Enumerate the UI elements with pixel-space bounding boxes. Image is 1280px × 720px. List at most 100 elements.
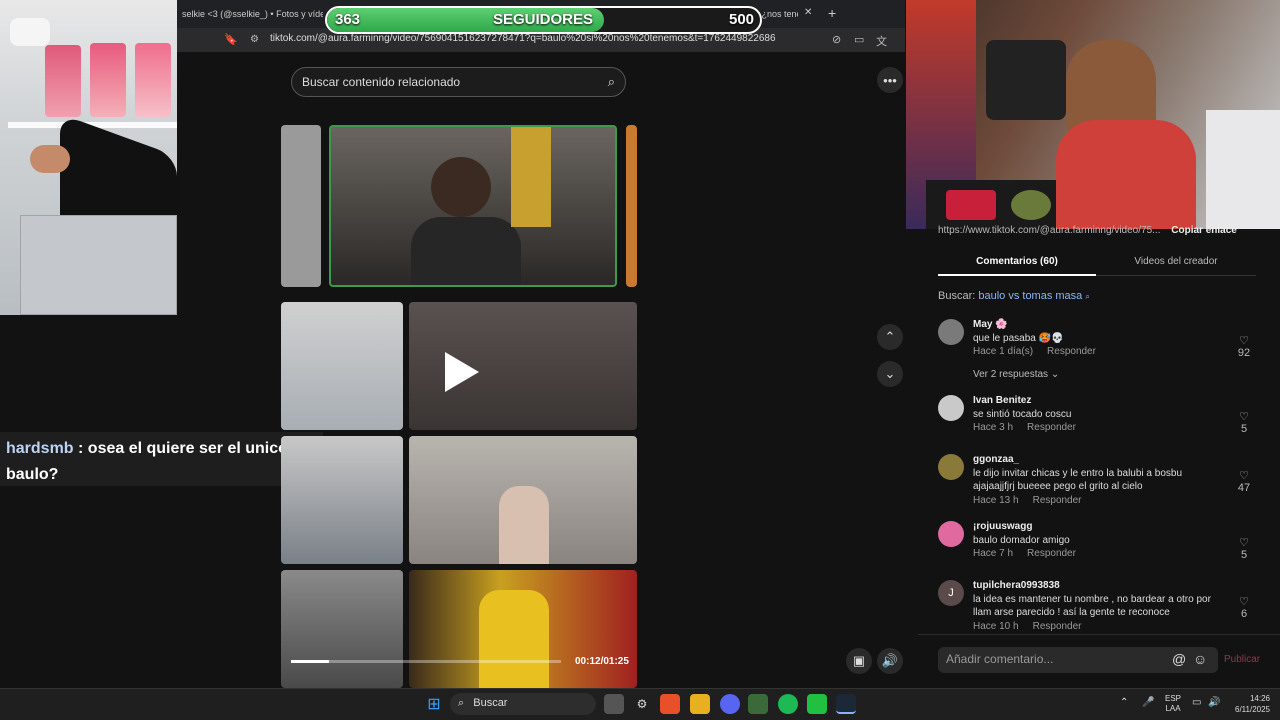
url-text[interactable]: tiktok.com/@aura.farminng/video/75690415… — [270, 33, 776, 44]
steam-icon[interactable] — [836, 694, 856, 714]
screen-icon[interactable]: ▭ — [854, 33, 864, 46]
related-search-input[interactable]: Buscar contenido relacionado ⌕ — [291, 67, 626, 97]
search-icon[interactable]: ⌕ — [608, 74, 615, 90]
chevron-up-icon[interactable]: ⌃ — [1120, 697, 1128, 708]
task-view-icon[interactable] — [604, 694, 624, 714]
video-thumb[interactable] — [281, 570, 403, 688]
comment-text: que le pasaba 🥵💀 — [973, 333, 1064, 344]
followers-label: SEGUIDORES — [493, 11, 594, 28]
like-count: 92 — [1237, 347, 1251, 359]
avatar[interactable] — [938, 454, 964, 480]
pip-icon[interactable]: ▣ — [846, 648, 872, 674]
tab-title: selkie <3 (@sselkie_) • Fotos y vídeos — [182, 9, 323, 19]
settings-icon[interactable]: ⚙ — [632, 694, 652, 714]
comment-author[interactable]: ggonzaa_ — [973, 454, 1019, 465]
share-link[interactable]: https://www.tiktok.com/@aura.farminng/vi… — [938, 225, 1160, 236]
thumb-person — [431, 157, 491, 217]
comment-meta: Hace 1 día(s) Responder — [973, 346, 1110, 357]
close-tab-icon[interactable]: ✕ — [804, 7, 812, 18]
windows-start-icon[interactable]: ⊞ — [424, 694, 444, 714]
video-thumb[interactable] — [281, 436, 403, 564]
avatar[interactable] — [938, 319, 964, 345]
like-button[interactable]: ♡ 47 — [1234, 469, 1254, 494]
heart-icon[interactable]: ♡ — [1234, 469, 1254, 482]
like-button[interactable]: ♡ 92 — [1234, 334, 1254, 359]
video-thumb[interactable] — [409, 570, 637, 688]
video-thumb[interactable] — [409, 302, 637, 430]
tab-creator-videos[interactable]: Videos del creador — [1096, 256, 1256, 267]
reply-button[interactable]: Responder — [1033, 495, 1082, 506]
video-thumb-selected[interactable] — [329, 125, 617, 287]
comment-author[interactable]: ¡rojuuswagg — [973, 521, 1032, 532]
heart-icon[interactable]: ♡ — [1234, 410, 1254, 423]
comment-author[interactable]: May 🌸 — [973, 319, 1008, 330]
thumb-body — [411, 217, 521, 285]
thumb-yellow-figure — [511, 127, 551, 227]
emoji-icon[interactable]: ☺ — [1193, 651, 1207, 667]
chevron-down-icon[interactable]: ⌄ — [877, 361, 903, 387]
spotify-icon[interactable] — [778, 694, 798, 714]
translate-icon[interactable]: 文 — [876, 33, 887, 49]
avatar[interactable] — [938, 521, 964, 547]
person-shirt — [1056, 120, 1196, 229]
comment-author[interactable]: Ivan Benitez — [973, 395, 1031, 406]
comment-author[interactable]: tupilchera0993838 — [973, 580, 1060, 591]
site-settings-icon[interactable]: ⚙ — [250, 34, 259, 45]
clock[interactable]: 14:26 6/11/2025 — [1228, 693, 1270, 715]
tab-instagram[interactable]: selkie <3 (@sselkie_) • Fotos y vídeos — [178, 4, 323, 24]
like-button[interactable]: ♡ 5 — [1234, 410, 1254, 435]
related-search: Buscar: baulo vs tomas masa ⌕ — [938, 290, 1090, 302]
eye-off-icon[interactable]: ⊘ — [832, 33, 841, 46]
like-count: 5 — [1240, 549, 1248, 561]
avatar[interactable]: J — [938, 580, 964, 606]
kick-icon[interactable] — [807, 694, 827, 714]
reply-button[interactable]: Responder — [1033, 621, 1082, 632]
followers-goal: 500 — [729, 11, 755, 28]
reply-button[interactable]: Responder — [1047, 346, 1096, 357]
mention-icon[interactable]: @ — [1172, 651, 1186, 667]
comment-time: Hace 7 h — [973, 548, 1014, 559]
network-icon[interactable]: ▭ — [1192, 697, 1201, 708]
reply-button[interactable]: Responder — [1027, 422, 1076, 433]
microphone-icon[interactable]: 🎤 — [1142, 697, 1154, 708]
comment-time: Hace 3 h — [973, 422, 1014, 433]
taskbar-search[interactable]: ⌕ Buscar — [450, 693, 596, 715]
heart-icon[interactable]: ♡ — [1234, 536, 1254, 549]
like-count: 5 — [1240, 423, 1248, 435]
volume-icon[interactable]: 🔊 — [1208, 697, 1220, 708]
comment-item: May 🌸 que le pasaba 🥵💀 Hace 1 día(s) Resp… — [938, 319, 1258, 380]
like-button[interactable]: ♡ 5 — [1234, 536, 1254, 561]
video-progress-track[interactable] — [291, 660, 561, 663]
can-2 — [90, 43, 126, 117]
publish-button[interactable]: Publicar — [1224, 654, 1260, 665]
language-indicator[interactable]: ESP LAA — [1165, 694, 1181, 714]
hand — [30, 145, 70, 173]
video-thumb[interactable] — [409, 436, 637, 564]
comment-meta: Hace 3 h Responder — [973, 422, 1090, 433]
reply-button[interactable]: Responder — [1027, 548, 1076, 559]
related-search-link[interactable]: baulo vs tomas masa — [978, 290, 1082, 302]
more-options-icon[interactable]: ••• — [877, 67, 903, 93]
video-thumb[interactable] — [281, 302, 403, 430]
play-icon[interactable] — [445, 352, 479, 392]
comment-time: Hace 10 h — [973, 621, 1019, 632]
like-button[interactable]: ♡ 6 — [1234, 595, 1254, 620]
lang-secondary: LAA — [1165, 704, 1181, 713]
copy-link-button[interactable]: Copiar enlace — [1171, 225, 1237, 236]
discord-icon[interactable] — [720, 694, 740, 714]
tab-comments[interactable]: Comentarios (60) — [938, 256, 1096, 276]
volume-icon[interactable]: 🔊 — [877, 648, 903, 674]
heart-icon[interactable]: ♡ — [1234, 334, 1254, 347]
video-thumb[interactable] — [626, 125, 637, 287]
chevron-up-icon[interactable]: ⌃ — [877, 324, 903, 350]
view-replies-button[interactable]: Ver 2 respuestas ⌄ — [973, 369, 1059, 380]
app-icon[interactable] — [748, 694, 768, 714]
file-explorer-icon[interactable] — [690, 694, 710, 714]
avatar[interactable] — [938, 395, 964, 421]
brave-browser-icon[interactable] — [660, 694, 680, 714]
new-tab-button[interactable]: + — [828, 5, 836, 21]
bookmark-icon[interactable]: 🔖 — [224, 33, 238, 46]
comment-meta: Hace 13 h Responder — [973, 495, 1096, 506]
heart-icon[interactable]: ♡ — [1234, 595, 1254, 608]
video-thumb[interactable] — [281, 125, 321, 287]
